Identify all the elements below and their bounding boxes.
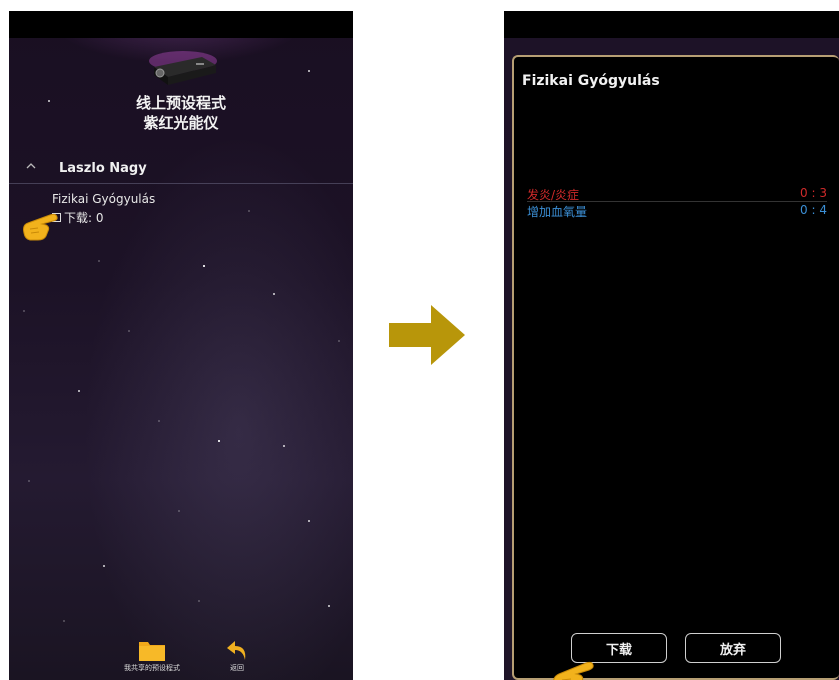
dialog-title: Fizikai Gyógyulás (522, 73, 660, 89)
group-header[interactable]: Laszlo Nagy (9, 158, 353, 184)
my-shared-presets-label: 我共享的预设程式 (124, 664, 180, 672)
status-bar (504, 11, 839, 38)
item-name: 发炎/炎症 (527, 188, 580, 202)
program-name[interactable]: Fizikai Gyógyulás (52, 192, 155, 206)
app-title: 线上预设程式 紫红光能仪 (9, 93, 353, 133)
hand-pointer-icon (553, 661, 594, 680)
right-phone-screen: Fizikai Gyógyulás 发炎/炎症 0 : 3 增加血氧量 0 : … (504, 11, 839, 680)
my-shared-presets-button[interactable]: 我共享的预设程式 (112, 638, 192, 678)
projector-icon (149, 51, 217, 85)
back-label: 返回 (230, 664, 244, 672)
app-title-line2: 紫红光能仪 (143, 114, 219, 132)
left-phone-screen: 线上预设程式 紫红光能仪 Laszlo Nagy Fizikai Gyógyul… (9, 11, 353, 680)
hand-pointer-icon (23, 213, 58, 241)
abandon-button[interactable]: 放弃 (685, 633, 781, 663)
status-bar (9, 11, 353, 38)
app-title-line1: 线上预设程式 (135, 94, 226, 112)
back-button[interactable]: 返回 (214, 638, 260, 678)
list-item[interactable]: 增加血氧量 0 : 4 (527, 203, 827, 219)
chevron-up-icon[interactable] (25, 160, 37, 172)
item-time: 0 : 3 (800, 186, 827, 200)
undo-arrow-icon (227, 641, 246, 660)
group-name: Laszlo Nagy (59, 161, 147, 176)
item-time: 0 : 4 (800, 203, 827, 217)
folder-icon (139, 642, 165, 661)
item-name: 增加血氧量 (527, 205, 588, 219)
list-item[interactable]: 发炎/炎症 0 : 3 (527, 186, 827, 202)
arrow-right-icon (389, 305, 465, 365)
bottom-nav-bar: 我共享的预设程式 返回 (9, 636, 353, 680)
program-detail-dialog: Fizikai Gyógyulás 发炎/炎症 0 : 3 增加血氧量 0 : … (512, 55, 839, 680)
download-count-label: 下载: 0 (64, 211, 104, 225)
